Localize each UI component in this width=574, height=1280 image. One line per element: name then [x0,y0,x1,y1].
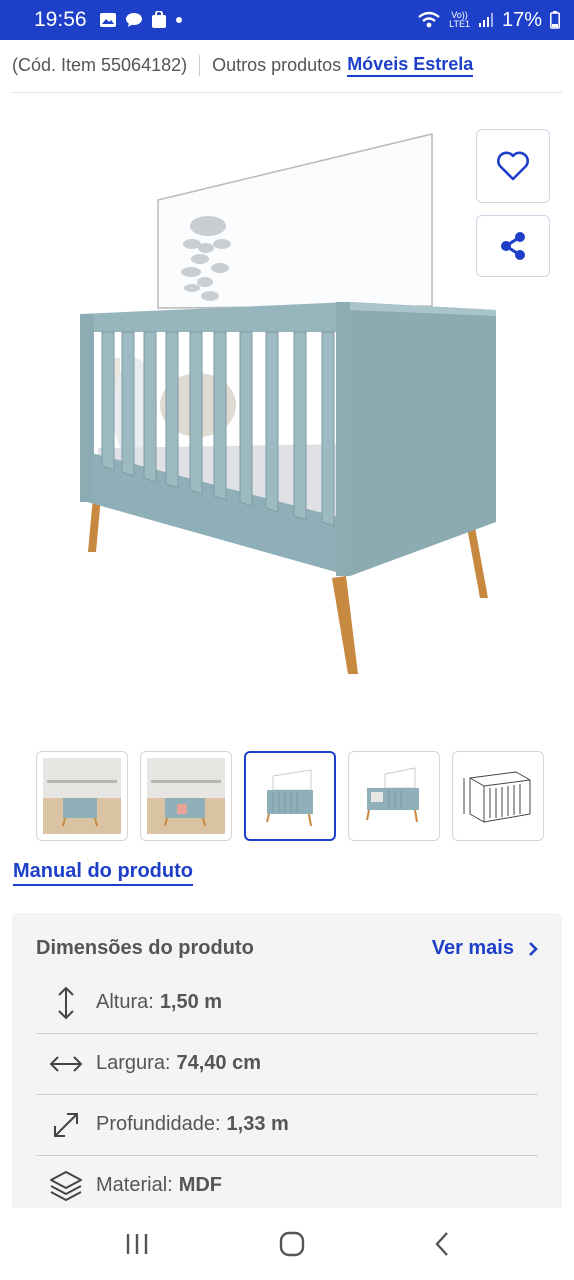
see-more-label: Ver mais [431,937,514,959]
status-time: 19:56 [34,8,87,31]
product-manual-link[interactable]: Manual do produto [13,858,193,886]
home-icon[interactable] [279,1231,305,1257]
dimensions-title: Dimensões do produto [36,937,254,959]
crib-thumbnail [266,769,313,827]
room-photo-thumbnail [43,758,121,834]
share-icon [501,232,525,260]
crib-changer-thumbnail [366,767,419,823]
thumbnail-1[interactable] [36,751,128,841]
dimensions-card: Dimensões do produto Ver mais Altura: 1,… [12,913,562,1213]
thumbnail-3[interactable] [244,751,336,841]
divider [12,92,562,93]
crib-illustration [80,133,496,674]
item-code: (Cód. Item 55064182) [12,54,201,76]
chat-notification-icon [125,13,142,27]
battery-icon [550,11,560,29]
back-icon[interactable] [434,1231,450,1257]
thumbnail-2[interactable] [140,751,232,841]
heart-icon [497,151,529,181]
thumbnail-5[interactable] [452,751,544,841]
signal-icon [478,13,493,27]
diagonal-arrows-icon [54,1112,78,1137]
brand-link[interactable]: Móveis Estrela [347,54,474,77]
favorite-button[interactable] [476,129,550,203]
thumbnail-strip [36,751,544,841]
recent-apps-icon[interactable] [124,1232,150,1256]
thumbnail-4[interactable] [348,751,440,841]
see-more-button[interactable]: Ver mais [432,937,538,960]
android-nav-bar [0,1208,574,1280]
product-image[interactable] [60,120,520,690]
share-button[interactable] [476,215,550,277]
gallery-notification-icon [99,13,116,27]
other-products-label: Outros produtos [212,54,342,75]
item-info-row: (Cód. Item 55064182) Outros produtos Móv… [12,48,562,82]
layers-icon [50,1170,82,1201]
room-photo-thumbnail [147,758,225,834]
dimension-drawing-thumbnail [463,771,531,823]
status-bar: 19:56 Vo)) LTE1 17% [0,0,574,40]
dimension-row-height: Altura: 1,50 m [36,972,538,1033]
horizontal-arrows-icon [49,1055,83,1072]
battery-percent: 17% [501,8,542,31]
dimension-row-material: Material: MDF [36,1155,538,1216]
chevron-right-icon [529,941,538,956]
dimension-row-depth: Profundidade: 1,33 m [36,1094,538,1155]
shop-notification-icon [151,11,166,28]
vertical-arrows-icon [58,986,74,1019]
wifi-icon [418,11,440,28]
dot-icon [175,17,182,23]
dimension-row-width: Largura: 74,40 cm [36,1033,538,1094]
